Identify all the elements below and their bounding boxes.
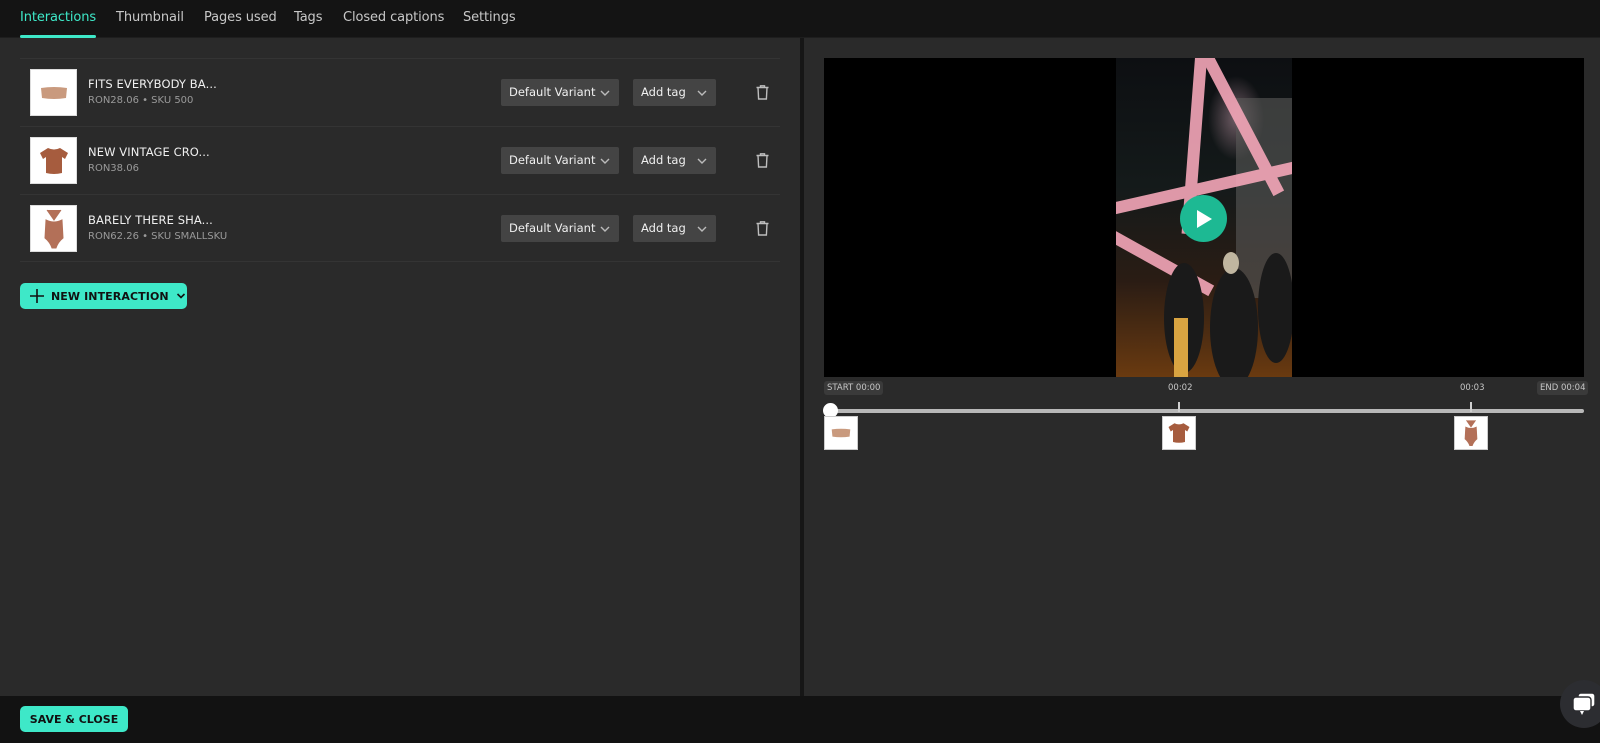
tab-thumbnail[interactable]: Thumbnail — [116, 10, 184, 38]
chevron-down-icon — [599, 147, 611, 174]
chevron-down-icon — [696, 147, 708, 174]
chevron-down-icon — [696, 79, 708, 106]
timeline-marker[interactable] — [1470, 402, 1472, 412]
tab-interactions[interactable]: Interactions — [20, 10, 97, 38]
chevron-down-icon — [696, 215, 708, 242]
chevron-down-icon — [599, 79, 611, 106]
tag-value: Add tag — [641, 85, 686, 99]
tag-dropdown[interactable]: Add tag — [633, 147, 716, 174]
marker-time-label: 00:03 — [1460, 383, 1485, 393]
tab-tags[interactable]: Tags — [294, 10, 322, 38]
tag-dropdown[interactable]: Add tag — [633, 79, 716, 106]
save-close-button[interactable]: SAVE & CLOSE — [20, 706, 128, 732]
product-thumbnail — [30, 137, 77, 184]
delete-button[interactable] — [754, 83, 770, 101]
variant-value: Default Variant — [509, 85, 596, 99]
variant-dropdown[interactable]: Default Variant — [501, 147, 619, 174]
delete-button[interactable] — [754, 151, 770, 169]
trash-icon — [756, 152, 768, 168]
play-button[interactable] — [1180, 195, 1227, 242]
play-icon — [1196, 209, 1212, 228]
bodysuit-icon — [43, 209, 64, 248]
chat-launcher-button[interactable] — [1560, 680, 1600, 728]
timeline-marker[interactable] — [1178, 402, 1180, 412]
bandeau-top-icon — [40, 86, 67, 99]
timeline-product-thumb[interactable] — [1454, 416, 1488, 450]
product-thumbnail — [30, 205, 77, 252]
product-thumbnail — [30, 69, 77, 116]
tab-pages-used[interactable]: Pages used — [204, 10, 277, 38]
interactions-editor: Interactions Thumbnail Pages used Tags C… — [0, 0, 1600, 743]
chevron-down-icon — [176, 293, 185, 299]
tab-closed-captions[interactable]: Closed captions — [343, 10, 444, 38]
bandeau-top-icon — [831, 428, 851, 438]
bodysuit-icon — [1464, 420, 1478, 446]
product-meta: RON38.06 — [88, 163, 139, 174]
tab-settings[interactable]: Settings — [463, 10, 516, 38]
crop-tshirt-icon — [1168, 423, 1190, 443]
tag-value: Add tag — [641, 221, 686, 235]
interaction-row: FITS EVERYBODY BA... RON28.06 • SKU 500 … — [20, 58, 780, 126]
marker-time-label: 00:02 — [1168, 383, 1193, 393]
tab-bar: Interactions Thumbnail Pages used Tags C… — [0, 0, 1600, 38]
timeline-product-thumb[interactable] — [1162, 416, 1196, 450]
timeline-product-thumb[interactable] — [824, 416, 858, 450]
timeline-end-label: END 00:04 — [1537, 381, 1589, 395]
variant-dropdown[interactable]: Default Variant — [501, 215, 619, 242]
new-interaction-button[interactable]: NEW INTERACTION — [20, 283, 187, 309]
product-name: NEW VINTAGE CRO... — [88, 145, 210, 159]
chat-bubble-icon — [1572, 692, 1596, 715]
product-name: BARELY THERE SHA... — [88, 213, 213, 227]
trash-icon — [756, 84, 768, 100]
video-player[interactable] — [824, 58, 1584, 377]
variant-value: Default Variant — [509, 153, 596, 167]
chevron-down-icon — [599, 215, 611, 242]
product-meta: RON28.06 • SKU 500 — [88, 95, 194, 106]
interaction-row: BARELY THERE SHA... RON62.26 • SKU SMALL… — [20, 194, 780, 262]
delete-button[interactable] — [754, 219, 770, 237]
tag-value: Add tag — [641, 153, 686, 167]
new-interaction-label: NEW INTERACTION — [51, 289, 169, 303]
product-meta: RON62.26 • SKU SMALLSKU — [88, 231, 228, 242]
preview-panel: START 00:00 00:02 00:03 END 00:04 — [804, 38, 1600, 696]
interactions-panel: FITS EVERYBODY BA... RON28.06 • SKU 500 … — [0, 38, 800, 696]
tag-dropdown[interactable]: Add tag — [633, 215, 716, 242]
variant-value: Default Variant — [509, 221, 596, 235]
timeline-start-label: START 00:00 — [824, 381, 884, 395]
plus-icon — [30, 289, 44, 303]
crop-tshirt-icon — [39, 147, 68, 174]
footer-bar: SAVE & CLOSE — [0, 696, 1600, 743]
product-name: FITS EVERYBODY BA... — [88, 77, 217, 91]
trash-icon — [756, 220, 768, 236]
variant-dropdown[interactable]: Default Variant — [501, 79, 619, 106]
interaction-row: NEW VINTAGE CRO... RON38.06 Default Vari… — [20, 126, 780, 194]
